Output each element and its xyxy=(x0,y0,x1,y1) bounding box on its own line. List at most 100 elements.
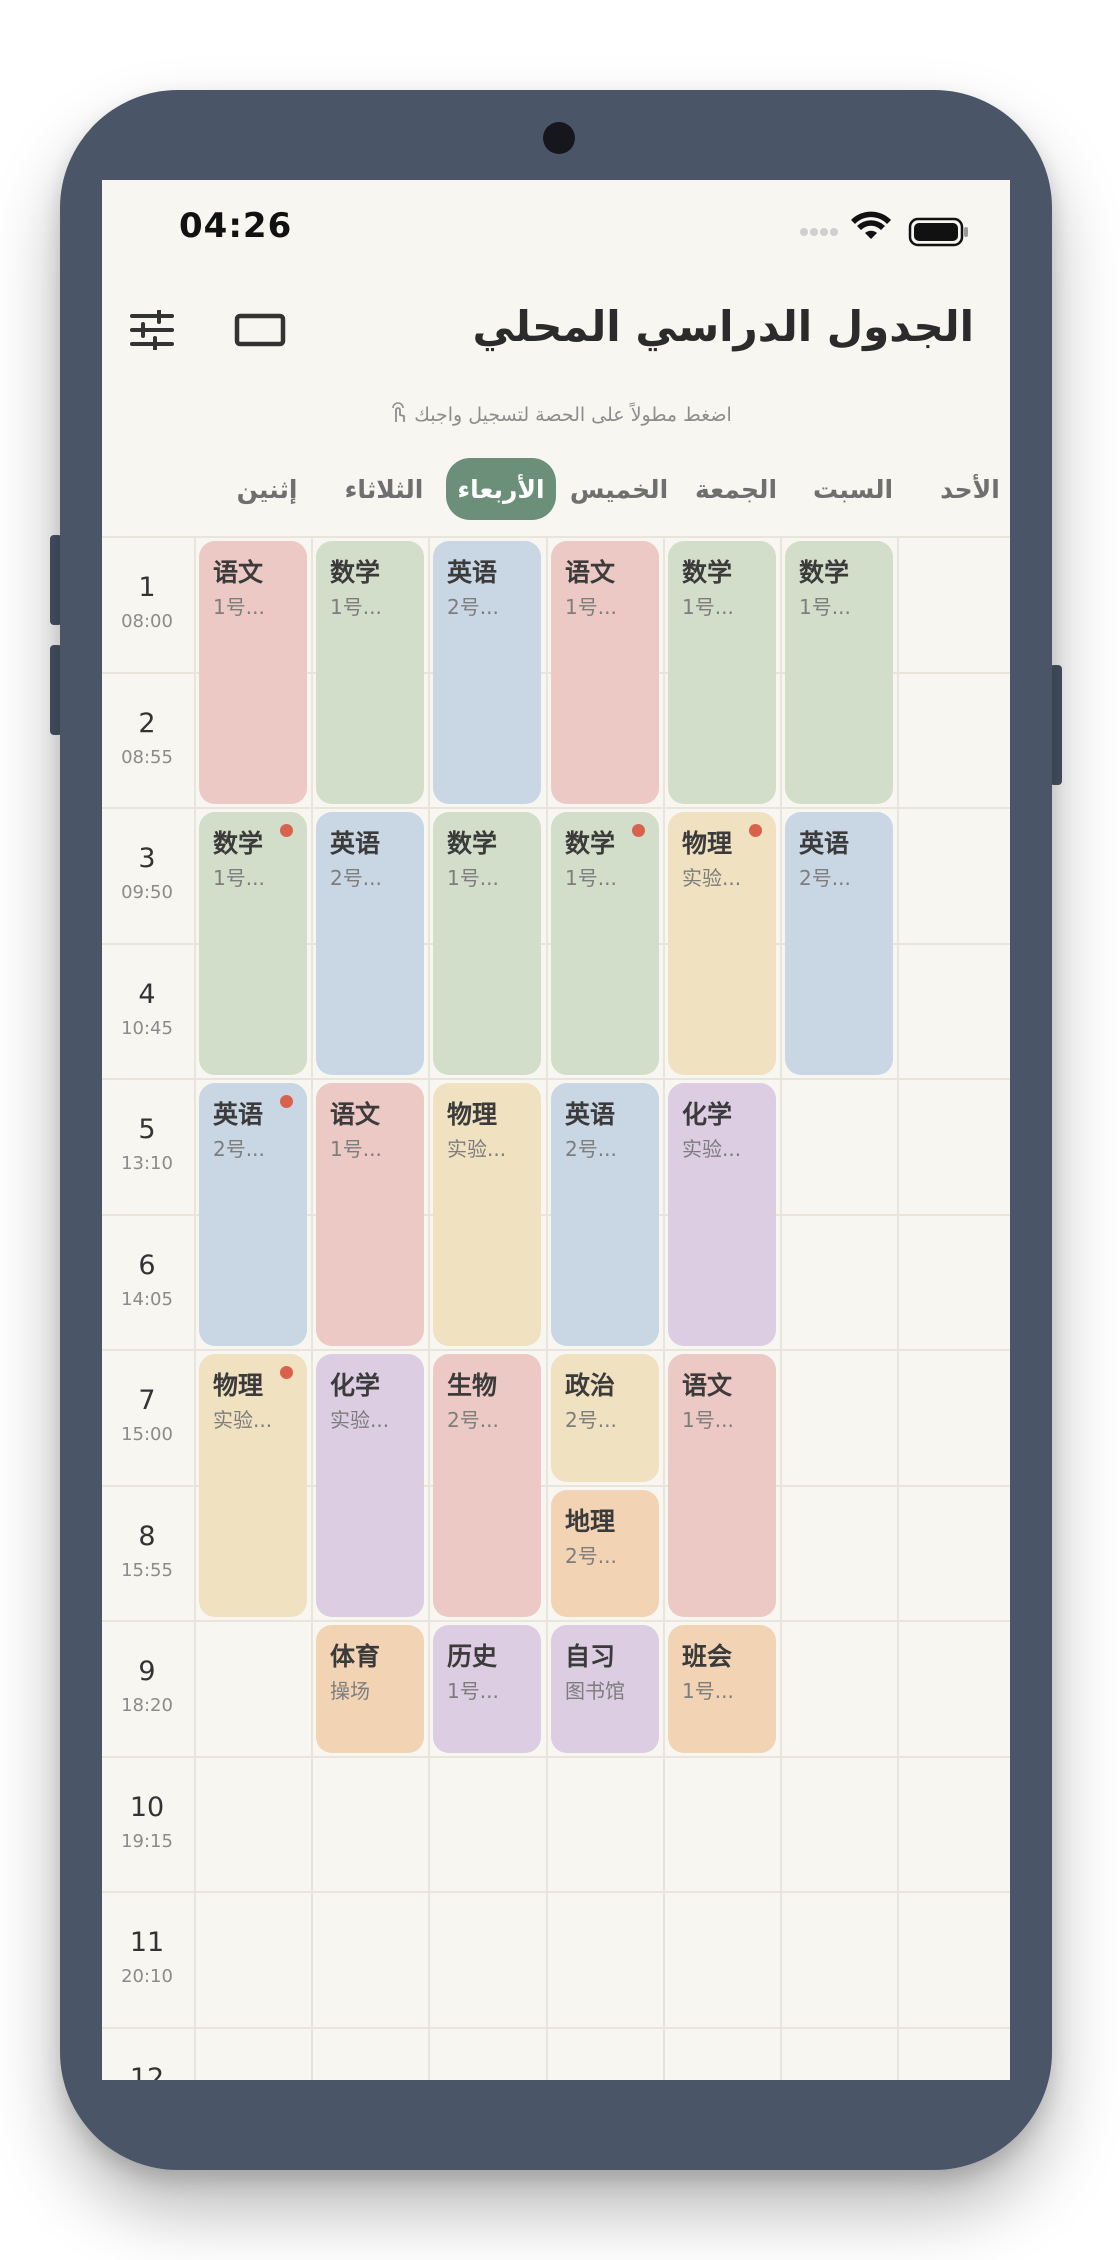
period-label: 4 10:45 xyxy=(102,979,192,1039)
course-subject: 自习 xyxy=(565,1642,616,1671)
course-subject: 化学 xyxy=(682,1100,733,1129)
period-time: 13:10 xyxy=(121,1153,173,1174)
course-subject: 数学 xyxy=(447,829,498,858)
day-tab-5[interactable]: الأربعاء xyxy=(446,458,556,520)
course-room: 1号... xyxy=(447,1679,499,1703)
day-tabs: الأحد السبت الجمعة الخميس الأربعاء الثلاثاء إث… xyxy=(192,452,1010,532)
course-room: 2号... xyxy=(213,1137,265,1161)
course-subject: 英语 xyxy=(447,558,498,587)
course-card[interactable]: 数学 1号... xyxy=(551,812,660,1075)
course-card[interactable]: 英语 2号... xyxy=(433,541,542,804)
course-subject: 数学 xyxy=(330,558,381,587)
course-subject: 英语 xyxy=(330,829,381,858)
course-card[interactable]: 数学 1号... xyxy=(785,541,894,804)
grid-col-line xyxy=(663,536,665,2080)
course-card[interactable]: 语文 1号... xyxy=(668,1354,777,1617)
course-room: 2号... xyxy=(447,595,499,619)
day-tab-4[interactable]: الخميس xyxy=(564,458,674,520)
course-subject: 数学 xyxy=(213,829,264,858)
wifi-icon xyxy=(851,211,891,239)
course-card[interactable]: 英语 2号... xyxy=(785,812,894,1075)
view-toggle-button[interactable] xyxy=(230,300,290,360)
course-subject: 英语 xyxy=(565,1100,616,1129)
period-time: 19:15 xyxy=(121,1830,173,1852)
grid-row-line xyxy=(102,1620,1010,1622)
sliders-icon xyxy=(130,310,174,350)
front-camera xyxy=(543,122,575,154)
course-subject: 语文 xyxy=(213,558,264,587)
course-card[interactable]: 数学 1号... xyxy=(316,541,425,804)
course-subject: 语文 xyxy=(565,558,616,587)
day-tab-7[interactable]: إثنين xyxy=(212,458,322,520)
grid-row-line xyxy=(102,1891,1010,1893)
course-subject: 英语 xyxy=(799,829,850,858)
period-number: 2 xyxy=(138,707,156,739)
course-subject: 化学 xyxy=(330,1371,381,1400)
course-room: 1号... xyxy=(213,866,265,890)
course-room: 1号... xyxy=(682,1679,734,1703)
course-room: 2号... xyxy=(565,1137,617,1161)
period-number: 1 xyxy=(138,572,156,603)
homework-dot-indicator xyxy=(632,824,646,837)
grid-col-line xyxy=(897,536,899,2080)
status-time: 04:26 xyxy=(179,206,293,246)
day-tab-6[interactable]: الثلاثاء xyxy=(329,458,439,520)
course-card[interactable]: 英语 2号... xyxy=(551,1083,660,1346)
course-subject: 政治 xyxy=(565,1371,616,1400)
course-card[interactable]: 语文 1号... xyxy=(199,541,308,804)
course-card[interactable]: 数学 1号... xyxy=(668,541,777,804)
course-subject: 生物 xyxy=(447,1371,498,1400)
period-number: 5 xyxy=(138,1114,156,1145)
grid-col-line xyxy=(780,536,782,2080)
period-number: 9 xyxy=(138,1656,156,1687)
course-card[interactable]: 物理 实验... xyxy=(668,812,777,1075)
course-card[interactable]: 英语 2号... xyxy=(199,1083,308,1346)
period-number: 11 xyxy=(129,1927,165,1958)
homework-dot-indicator xyxy=(280,824,294,837)
grid-col-line xyxy=(428,536,430,2080)
course-subject: 地理 xyxy=(565,1506,616,1536)
grid-col-line xyxy=(194,536,196,2080)
day-tab-1[interactable]: الأحد xyxy=(915,458,1010,520)
period-number: 4 xyxy=(138,978,156,1010)
course-card[interactable]: 化学实验... xyxy=(316,1354,425,1617)
period-number: 3 xyxy=(138,843,156,874)
day-tab-2[interactable]: السبت xyxy=(798,458,908,520)
period-time: 10:45 xyxy=(121,1017,173,1039)
course-card[interactable]: 数学 1号... xyxy=(433,812,542,1075)
grid-row-line xyxy=(102,536,1010,538)
course-card[interactable]: 历史 1号... xyxy=(433,1625,542,1753)
timetable-grid: 1 08:00 2 08:55 3 09:50 4 10:45 5 13:10 6 14:05 7 15:… xyxy=(102,536,1010,2080)
filter-settings-button[interactable] xyxy=(122,300,182,360)
course-card[interactable]: 化学实验... xyxy=(668,1083,777,1346)
course-card[interactable]: 自习 图书馆 xyxy=(551,1625,660,1753)
course-card[interactable]: 英语 2号... xyxy=(316,812,425,1075)
day-tab-3[interactable]: الجمعة xyxy=(681,458,791,520)
period-number: 6 xyxy=(138,1249,156,1281)
period-time: 18:20 xyxy=(121,1695,173,1716)
course-card[interactable]: 物理 实验... xyxy=(199,1354,308,1617)
course-room: 实验... xyxy=(682,1137,742,1161)
course-room: 2号... xyxy=(799,866,851,890)
course-room: 1号... xyxy=(565,595,617,619)
period-time: 14:05 xyxy=(121,1288,173,1310)
course-card[interactable]: 地理 2号... xyxy=(551,1489,660,1617)
course-card[interactable]: 语文 1号... xyxy=(316,1083,425,1346)
course-subject: 物理 xyxy=(447,1100,498,1129)
course-card[interactable]: 政治 2号... xyxy=(551,1354,660,1482)
course-card[interactable]: 生物 2号... xyxy=(433,1354,542,1617)
course-room: 1号... xyxy=(330,595,382,619)
period-time: 09:50 xyxy=(121,882,173,903)
course-room: 1号... xyxy=(447,866,499,890)
course-card[interactable]: 体育 操场 xyxy=(316,1625,425,1753)
period-number: 10 xyxy=(129,1791,165,1823)
course-card[interactable]: 班会 1号... xyxy=(668,1625,777,1753)
course-card[interactable]: 语文 1号... xyxy=(551,541,660,804)
course-card[interactable]: 数学 1号... xyxy=(199,812,308,1075)
touch-icon xyxy=(388,402,408,429)
grid-col-line xyxy=(311,536,313,2080)
course-room: 2号... xyxy=(565,1543,617,1568)
course-room: 2号... xyxy=(330,866,382,890)
course-card[interactable]: 物理 实验... xyxy=(433,1083,542,1346)
course-room: 实验... xyxy=(330,1408,390,1432)
